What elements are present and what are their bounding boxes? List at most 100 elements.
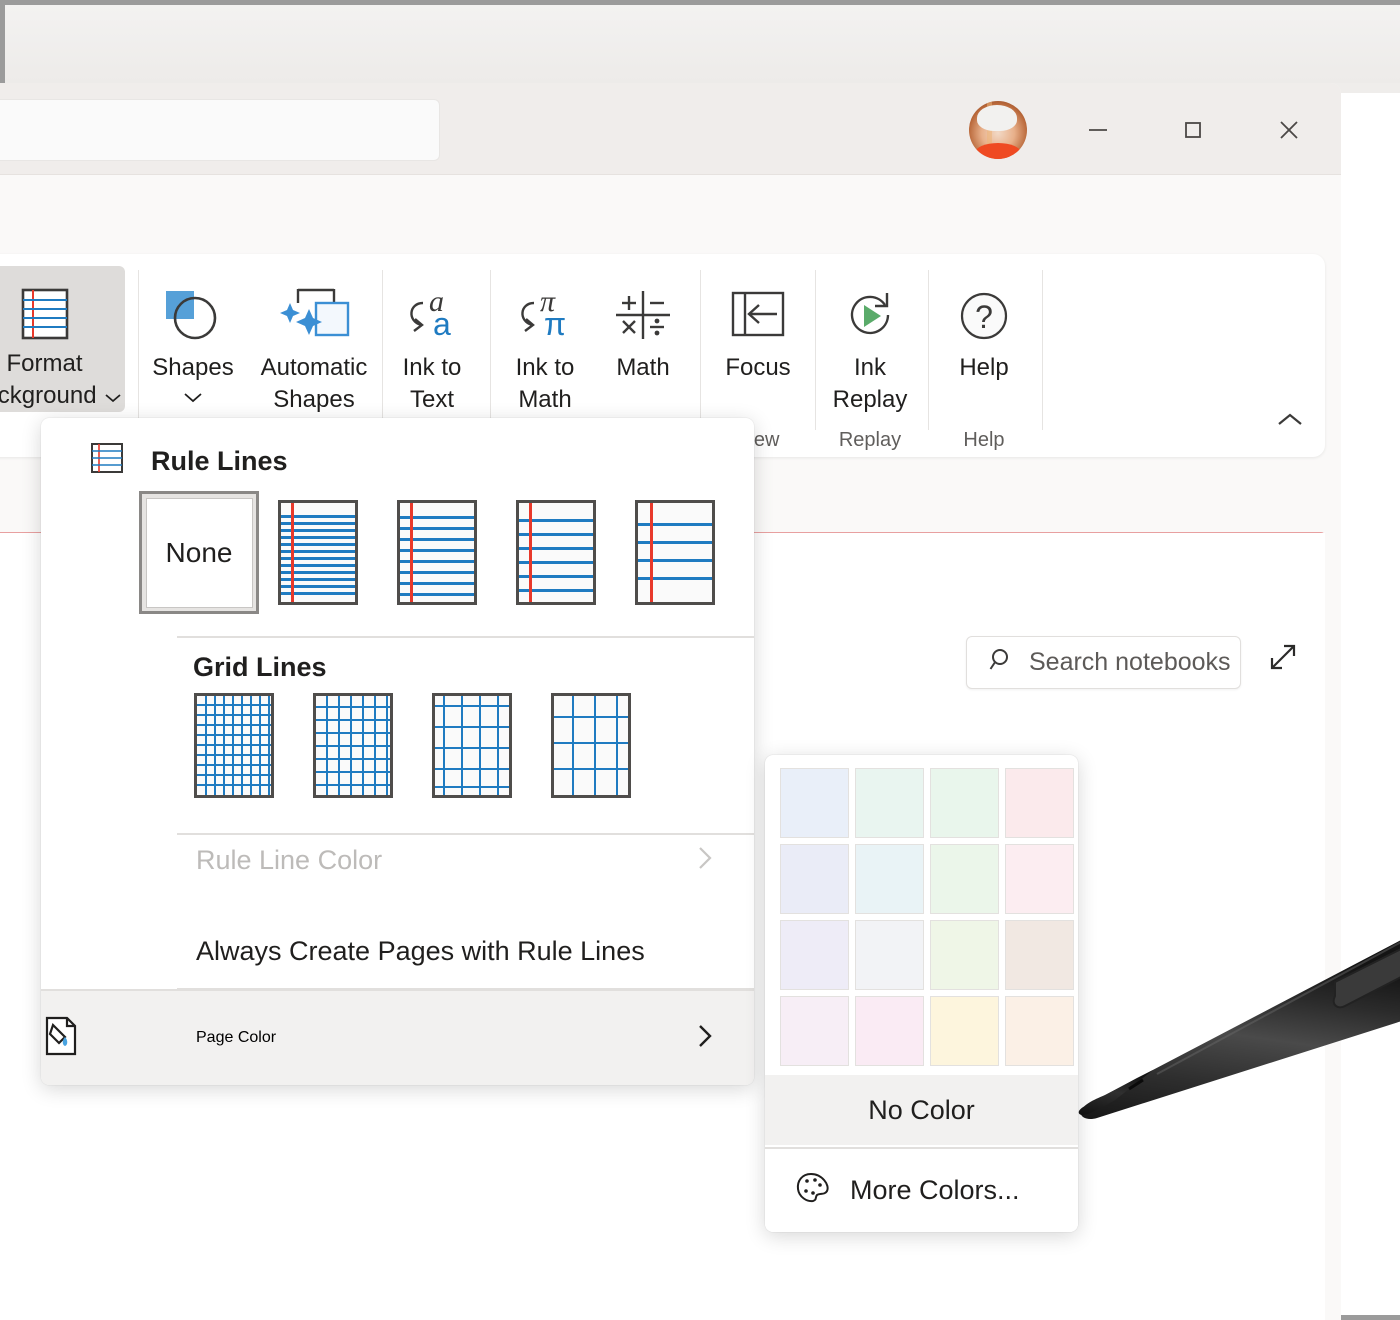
- color-swatch[interactable]: [930, 996, 999, 1066]
- close-icon: [1276, 117, 1302, 143]
- search-notebooks-input[interactable]: Search notebooks: [966, 636, 1241, 689]
- color-swatch-cell[interactable]: [852, 917, 927, 993]
- rule-line-option-narrow[interactable]: [278, 500, 358, 605]
- ribbon-separator: [138, 270, 139, 430]
- ribbon-separator: [382, 270, 383, 430]
- minimize-icon: [1086, 118, 1110, 142]
- ink-to-text-button[interactable]: a a Ink to Text: [390, 266, 474, 416]
- group-label-replay: Replay: [822, 429, 918, 452]
- color-swatch[interactable]: [780, 920, 849, 990]
- color-swatch-cell[interactable]: [777, 993, 852, 1069]
- color-swatch-cell[interactable]: [927, 993, 1002, 1069]
- menu-item-rule-line-color: Rule Line Color: [41, 825, 754, 895]
- automatic-shapes-icon: [276, 280, 352, 352]
- color-swatch[interactable]: [855, 844, 924, 914]
- ink-to-math-icon: π π: [512, 280, 578, 352]
- math-label: Math: [616, 352, 669, 384]
- group-label-help: Help: [936, 429, 1032, 452]
- search-icon: [989, 647, 1015, 678]
- color-swatch-cell[interactable]: [927, 917, 1002, 993]
- automatic-shapes-label-line1: Automatic: [261, 352, 368, 384]
- color-swatch-cell[interactable]: [927, 765, 1002, 841]
- dropdown-header: Rule Lines: [41, 418, 754, 496]
- rule-lines-icon: [17, 280, 73, 348]
- rule-line-option-college[interactable]: [397, 500, 477, 605]
- page-color-label: Page Color: [196, 1029, 276, 1047]
- grid-line-option-medium[interactable]: [313, 693, 393, 798]
- color-swatch-cell[interactable]: [852, 841, 927, 917]
- desktop-backdrop: [5, 5, 1400, 83]
- grid-line-option-large[interactable]: [432, 693, 512, 798]
- maximize-button[interactable]: [1163, 101, 1223, 159]
- dropdown-divider: [177, 636, 754, 638]
- color-swatch-cell[interactable]: [852, 993, 927, 1069]
- grid-line-option-very-large[interactable]: [551, 693, 631, 798]
- color-swatch-cell[interactable]: [1002, 917, 1077, 993]
- ink-replay-button[interactable]: Ink Replay: [822, 266, 918, 416]
- math-icon: [612, 280, 674, 352]
- ink-to-math-button[interactable]: π π Ink to Math: [502, 266, 588, 416]
- color-swatch-cell[interactable]: [1002, 765, 1077, 841]
- ink-to-math-label-line2: Math: [518, 384, 571, 416]
- color-swatch-cell[interactable]: [777, 841, 852, 917]
- page-color-flyout: No Color More Colors...: [765, 755, 1078, 1232]
- color-swatch-cell[interactable]: [777, 765, 852, 841]
- rule-line-option-standard[interactable]: [516, 500, 596, 605]
- color-swatch[interactable]: [780, 844, 849, 914]
- color-swatch[interactable]: [1005, 996, 1074, 1066]
- collapse-ribbon-button[interactable]: [1277, 412, 1303, 433]
- color-swatch[interactable]: [1005, 844, 1074, 914]
- palette-icon: [795, 1171, 833, 1210]
- menu-item-always-create-pages[interactable]: Always Create Pages with Rule Lines: [41, 916, 754, 986]
- color-swatch[interactable]: [930, 920, 999, 990]
- color-swatch[interactable]: [930, 768, 999, 838]
- color-swatch-cell[interactable]: [852, 765, 927, 841]
- chevron-right-icon: [696, 844, 714, 877]
- color-swatch-cell[interactable]: [1002, 993, 1077, 1069]
- avatar[interactable]: [969, 101, 1027, 159]
- color-swatch-cell[interactable]: [1002, 841, 1077, 917]
- ink-to-text-label-line2: Text: [410, 384, 454, 416]
- rule-line-option-wide[interactable]: [635, 500, 715, 605]
- grid-line-option-small[interactable]: [194, 693, 274, 798]
- expand-diagonal-icon: [1267, 660, 1299, 677]
- no-color-option[interactable]: No Color: [765, 1075, 1078, 1145]
- color-swatch-cell[interactable]: [777, 917, 852, 993]
- expand-notebooks-button[interactable]: [1267, 641, 1299, 678]
- color-swatch[interactable]: [855, 920, 924, 990]
- format-background-button[interactable]: Format Background: [0, 266, 125, 412]
- minimize-button[interactable]: [1068, 101, 1128, 159]
- color-swatch[interactable]: [930, 844, 999, 914]
- math-button[interactable]: Math: [600, 266, 686, 384]
- help-button[interactable]: ? Help: [936, 266, 1032, 384]
- rule-line-option-none[interactable]: None: [139, 491, 259, 614]
- more-colors-option[interactable]: More Colors...: [765, 1149, 1078, 1232]
- ink-to-math-label-line1: Ink to: [516, 352, 575, 384]
- color-swatch[interactable]: [1005, 768, 1074, 838]
- ribbon-separator: [490, 270, 491, 430]
- automatic-shapes-button[interactable]: Automatic Shapes: [248, 266, 380, 416]
- color-swatch[interactable]: [780, 996, 849, 1066]
- focus-button[interactable]: Focus: [710, 266, 806, 384]
- ink-replay-label-line2: Replay: [833, 384, 908, 416]
- color-swatch[interactable]: [1005, 920, 1074, 990]
- close-button[interactable]: [1259, 101, 1319, 159]
- shapes-button[interactable]: Shapes: [146, 266, 240, 408]
- color-swatch-cell[interactable]: [927, 841, 1002, 917]
- quick-access-search-box[interactable]: [0, 99, 440, 161]
- maximize-icon: [1181, 118, 1205, 142]
- focus-icon: [729, 280, 787, 352]
- rule-lines-section-title: Rule Lines: [151, 446, 288, 477]
- chevron-up-icon: [1277, 415, 1303, 432]
- color-swatch[interactable]: [855, 996, 924, 1066]
- color-swatch[interactable]: [780, 768, 849, 838]
- chevron-down-icon: [105, 380, 121, 412]
- ribbon-separator: [815, 270, 816, 430]
- color-swatch[interactable]: [855, 768, 924, 838]
- shapes-icon: [162, 280, 224, 352]
- more-colors-label: More Colors...: [850, 1175, 1020, 1206]
- grid-lines-options: [194, 693, 631, 798]
- ink-replay-label-line1: Ink: [854, 352, 886, 384]
- rule-lines-options: None: [139, 491, 715, 614]
- menu-item-page-color[interactable]: Page Color: [41, 989, 754, 1085]
